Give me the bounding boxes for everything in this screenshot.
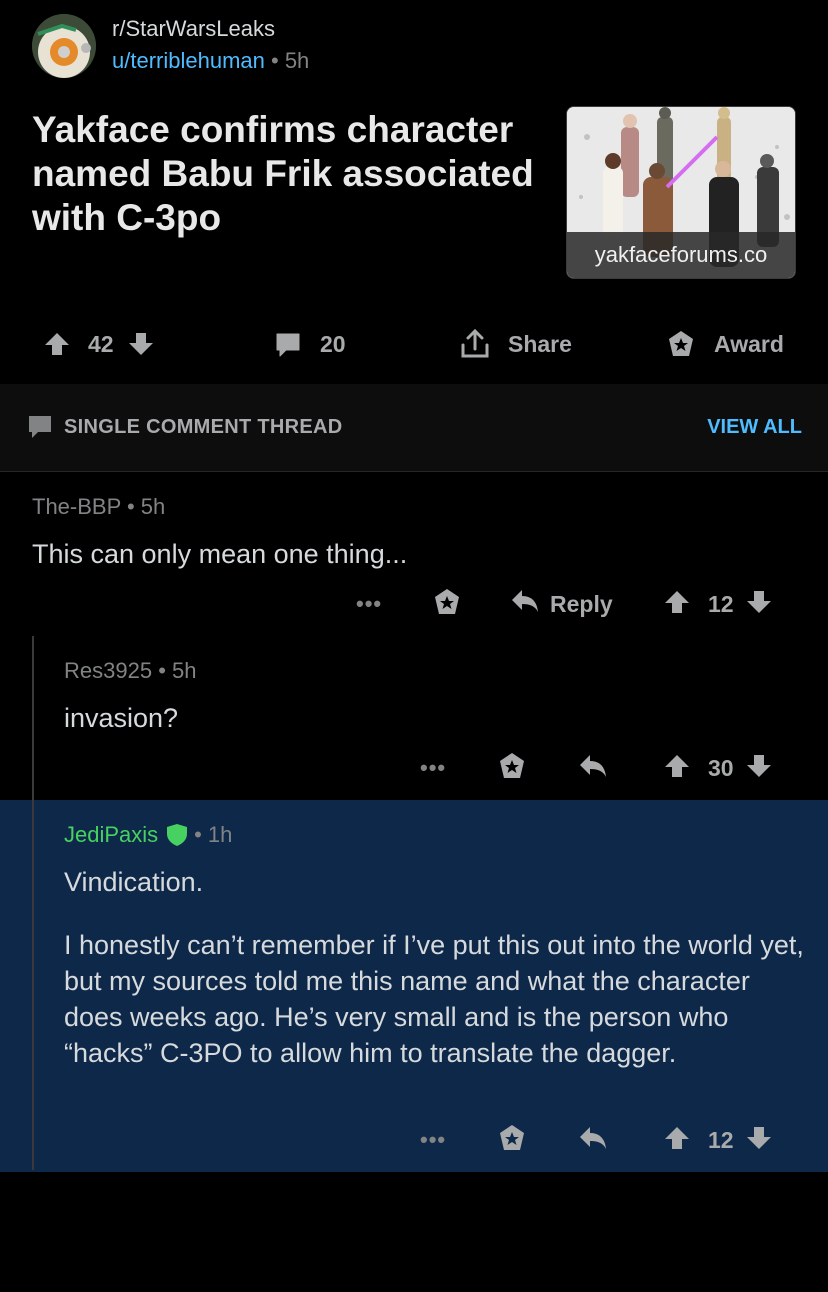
moderator-shield-icon [166,823,188,847]
comment-body: invasion? [64,703,179,733]
reply-button[interactable]: Reply [510,584,613,624]
post-score: 42 [88,330,114,357]
share-button[interactable]: Share [458,322,572,366]
comment-vote-control: 12 [664,1120,772,1160]
more-options-button[interactable]: ••• [420,1120,446,1160]
comments-button[interactable]: 20 [274,322,346,366]
award-button[interactable] [497,748,527,788]
reply-arrow-icon [510,588,540,620]
more-dots-icon: ••• [420,755,447,780]
comment-body-paragraph: I honestly can’t remember if I’ve put th… [64,930,804,1068]
thread-label: SINGLE COMMENT THREAD [64,416,343,438]
comment-score: 12 [708,1126,734,1153]
comment-age: 1h [207,822,233,847]
more-options-button[interactable]: ••• [356,584,382,624]
reply-button[interactable] [578,748,608,788]
downvote-icon[interactable] [746,589,772,620]
downvote-icon[interactable] [746,1125,772,1156]
comment-score: 12 [708,590,734,617]
reply-label: Reply [550,590,613,617]
reply-arrow-icon [578,753,608,784]
comment-body-paragraph: Vindication. [64,867,204,897]
award-button[interactable] [497,1120,527,1160]
comment-meta: The-BBP • 5h [32,494,166,519]
upvote-icon[interactable] [44,331,70,357]
comment-age: 5h [172,658,197,683]
post-age: 5h [284,48,310,73]
award-icon [497,751,527,786]
link-thumbnail[interactable]: yakfaceforums.co [566,106,796,279]
view-all-link[interactable]: VIEW ALL [707,416,802,439]
subreddit-avatar[interactable] [32,14,96,78]
thread-indent-line[interactable] [32,636,34,1170]
comment-bubble-icon [27,414,53,445]
more-dots-icon: ••• [356,591,383,616]
post-title[interactable]: Yakface confirms character named Babu Fr… [32,108,552,240]
comment-score: 30 [708,754,734,781]
comment-meta: JediPaxis • 1h [64,822,233,848]
upvote-icon[interactable] [664,589,690,620]
thread-header: SINGLE COMMENT THREAD VIEW ALL [0,384,828,472]
comment-author[interactable]: Res3925 [64,658,152,683]
comment-bubble-icon [274,330,302,358]
post-author[interactable]: u/terriblehuman [112,48,265,73]
post-meta: u/terriblehuman • 5h [112,48,310,73]
comment-author[interactable]: The-BBP [32,494,121,519]
award-icon [497,1123,527,1158]
comment-author[interactable]: JediPaxis [64,822,158,848]
more-dots-icon: ••• [420,1127,447,1152]
reply-arrow-icon [578,1125,608,1156]
upvote-icon[interactable] [664,753,690,784]
comment-count: 20 [320,330,346,357]
more-options-button[interactable]: ••• [420,748,446,788]
award-button[interactable]: Award [666,322,784,366]
award-icon [432,587,462,622]
comment-vote-control: 30 [664,748,772,788]
reply-button[interactable] [578,1120,608,1160]
share-icon [458,327,492,361]
comment-vote-control: 12 [664,584,772,624]
comment-body: This can only mean one thing... [32,539,408,569]
link-domain: yakfaceforums.co [567,232,795,278]
downvote-icon[interactable] [746,753,772,784]
share-label: Share [508,330,572,357]
downvote-icon[interactable] [128,331,154,357]
comment-age: 5h [140,494,166,519]
comment-meta: Res3925 • 5h [64,658,197,683]
award-button[interactable] [432,584,462,624]
award-icon [666,329,696,359]
award-label: Award [714,330,784,357]
upvote-icon[interactable] [664,1125,690,1156]
post-vote-control: 42 [44,322,154,366]
subreddit-name[interactable]: r/StarWarsLeaks [112,16,275,42]
